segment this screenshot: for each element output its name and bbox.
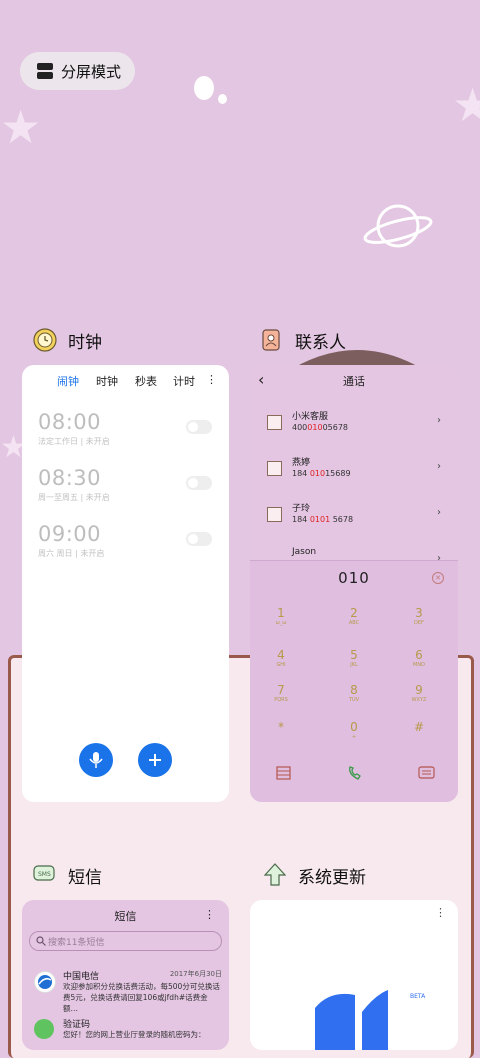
alarm-toggle[interactable] bbox=[186, 532, 212, 546]
split-screen-button[interactable]: 分屏模式 bbox=[20, 52, 135, 90]
message-thread[interactable]: 验证码 您好！您的网上营业厅登录的随机密码为： bbox=[34, 1017, 222, 1047]
verification-code-avatar-icon bbox=[34, 1019, 54, 1039]
background-bubble bbox=[194, 76, 214, 100]
alarm-item[interactable]: 08:30 周一至周五 | 未开启 bbox=[38, 466, 110, 503]
contact-number: 184 01015689 bbox=[292, 469, 351, 478]
dial-key-6[interactable]: 6 MNO bbox=[404, 649, 434, 669]
dial-key-star[interactable]: * bbox=[266, 721, 296, 734]
more-menu-button[interactable]: ⋮ bbox=[206, 373, 217, 386]
chevron-right-icon: › bbox=[437, 415, 441, 426]
call-icon[interactable] bbox=[346, 766, 364, 780]
tab-stopwatch[interactable]: 秒表 bbox=[135, 373, 157, 389]
dial-key-5[interactable]: 5 JKL bbox=[339, 649, 369, 669]
split-screen-icon bbox=[37, 63, 53, 79]
dialpad: 010 ✕ 1 ω_ω 2 ABC 3 DEF 4 GHI 5 JKL 6 MNO 7 PQR… bbox=[250, 560, 458, 802]
alarm-item[interactable]: 08:00 法定工作日 | 未开启 bbox=[38, 410, 110, 447]
alarm-time: 08:30 bbox=[38, 466, 102, 490]
contact-name: 子玲 bbox=[292, 504, 311, 514]
messages-app-header[interactable]: SMS 短信 bbox=[32, 862, 102, 888]
alarm-time: 09:00 bbox=[38, 522, 102, 546]
tab-alarm[interactable]: 闹钟 bbox=[57, 373, 79, 389]
contact-avatar bbox=[267, 461, 282, 476]
menu-icon[interactable] bbox=[275, 766, 293, 780]
alarm-detail: 法定工作日 | 未开启 bbox=[38, 437, 110, 446]
message-preview: 欢迎参加积分兑换话费活动，每500分可兑换话费5元，兑换话费请回复106或jfd… bbox=[63, 982, 220, 1013]
dial-key-8[interactable]: 8 TUV bbox=[339, 684, 369, 704]
clock-app-header[interactable]: 时钟 bbox=[32, 327, 102, 353]
contact-row[interactable]: 燕婷 184 01015689 › bbox=[267, 455, 447, 485]
alarm-detail: 周六 周日 | 未开启 bbox=[38, 549, 105, 558]
contact-row[interactable]: 子玲 184 0101 5678 › bbox=[267, 501, 447, 531]
dial-key-2[interactable]: 2 ABC bbox=[339, 607, 369, 627]
chevron-right-icon: › bbox=[437, 461, 441, 472]
contacts-title: 通话 bbox=[343, 375, 365, 388]
dial-key-4[interactable]: 4 GHI bbox=[266, 649, 296, 669]
contact-name: 燕婷 bbox=[292, 458, 311, 468]
clock-tabs: 闹钟 时钟 秒表 计时 ⋮ bbox=[22, 373, 229, 393]
contacts-app-card[interactable]: ‹ 通话 小米客服 40001005678 › 燕婷 184 01015689 … bbox=[250, 365, 458, 802]
clock-app-name: 时钟 bbox=[68, 332, 102, 353]
alarm-item[interactable]: 09:00 周六 周日 | 未开启 bbox=[38, 522, 104, 559]
add-alarm-button[interactable] bbox=[138, 743, 172, 777]
miui-update-logo-icon bbox=[300, 990, 410, 1050]
beta-badge: BETA bbox=[410, 993, 426, 1000]
message-date: 2017年6月30日 bbox=[169, 970, 222, 978]
contacts-header: ‹ 通话 bbox=[250, 370, 458, 389]
microphone-icon bbox=[89, 752, 103, 768]
messages-app-name: 短信 bbox=[68, 867, 102, 888]
more-menu-button[interactable]: ⋮ bbox=[435, 906, 446, 919]
system-update-app-header[interactable]: 系统更新 bbox=[262, 862, 366, 888]
dial-key-3[interactable]: 3 DEF bbox=[404, 607, 434, 627]
clock-app-card[interactable]: 闹钟 时钟 秒表 计时 ⋮ 08:00 法定工作日 | 未开启 08:30 周一… bbox=[22, 365, 229, 802]
message-preview: 您好！您的网上营业厅登录的随机密码为： bbox=[63, 1030, 206, 1039]
search-icon bbox=[36, 936, 46, 946]
dial-key-hash[interactable]: # bbox=[404, 721, 434, 734]
background-bubble bbox=[218, 94, 227, 104]
dial-key-7[interactable]: 7 PQRS bbox=[266, 684, 296, 704]
search-placeholder: 搜索11条短信 bbox=[48, 937, 105, 948]
alarm-toggle[interactable] bbox=[186, 476, 212, 490]
messages-app-icon: SMS bbox=[32, 862, 58, 888]
alarm-time: 08:00 bbox=[38, 410, 102, 434]
clear-number-button[interactable]: ✕ bbox=[432, 572, 444, 584]
contact-avatar bbox=[267, 507, 282, 522]
message-thread[interactable]: 中国电信 2017年6月30日 欢迎参加积分兑换话费活动，每500分可兑换话费5… bbox=[34, 969, 222, 1013]
dial-key-0[interactable]: 0 + bbox=[339, 721, 369, 741]
tab-clock[interactable]: 时钟 bbox=[96, 373, 118, 389]
system-update-app-name: 系统更新 bbox=[298, 867, 366, 888]
clock-app-icon bbox=[32, 327, 58, 353]
contacts-app-icon bbox=[259, 327, 285, 353]
system-update-app-icon bbox=[262, 862, 288, 888]
voice-alarm-button[interactable] bbox=[79, 743, 113, 777]
alarm-detail: 周一至周五 | 未开启 bbox=[38, 493, 110, 502]
chevron-right-icon: › bbox=[437, 507, 441, 518]
plus-icon bbox=[149, 754, 161, 766]
contact-name: 小米客服 bbox=[292, 412, 329, 422]
split-screen-label: 分屏模式 bbox=[61, 62, 122, 81]
contacts-app-header[interactable]: 联系人 bbox=[259, 327, 346, 353]
messages-app-card[interactable]: 短信 ⋮ 搜索11条短信 中国电信 2017年6月30日 欢迎参加积分兑换话费活… bbox=[22, 900, 229, 1050]
system-update-app-card[interactable]: ⋮ BETA bbox=[250, 900, 458, 1050]
contact-row[interactable]: 小米客服 40001005678 › bbox=[267, 409, 447, 439]
contact-name: Jason bbox=[292, 547, 317, 557]
dial-key-9[interactable]: 9 WXYZ bbox=[404, 684, 434, 704]
back-icon[interactable]: ‹ bbox=[258, 370, 264, 389]
contact-number: 40001005678 bbox=[292, 423, 349, 432]
alarm-toggle[interactable] bbox=[186, 420, 212, 434]
tab-timer[interactable]: 计时 bbox=[173, 373, 195, 389]
contact-avatar bbox=[267, 415, 282, 430]
background-star-icon: ★ bbox=[452, 78, 480, 132]
search-input[interactable]: 搜索11条短信 bbox=[29, 931, 222, 951]
contact-number: 184 0101 5678 bbox=[292, 515, 354, 524]
svg-text:SMS: SMS bbox=[38, 871, 51, 878]
more-menu-button[interactable]: ⋮ bbox=[204, 908, 215, 921]
dial-number-display: 010 bbox=[338, 569, 370, 587]
china-telecom-logo-icon bbox=[34, 971, 56, 993]
keypad-icon[interactable] bbox=[418, 766, 436, 780]
messages-title: 短信 bbox=[114, 910, 137, 923]
dial-key-1[interactable]: 1 ω_ω bbox=[266, 607, 296, 627]
contacts-app-name: 联系人 bbox=[295, 332, 346, 353]
background-planet-icon bbox=[363, 204, 433, 248]
background-star-icon: ★ bbox=[0, 100, 42, 154]
